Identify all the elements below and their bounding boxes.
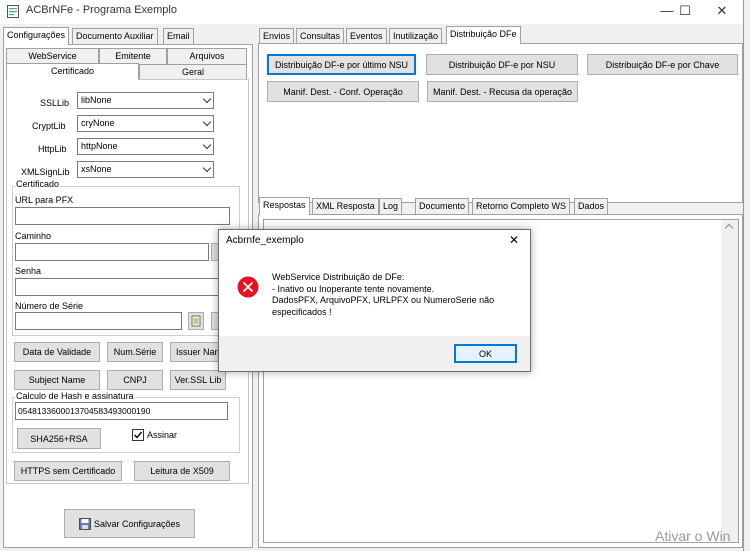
tab-webservice[interactable]: WebService [6,48,99,64]
tab-inutilizacao[interactable]: Inutilização [389,28,443,44]
dialog-footer: OK [219,336,530,371]
tab-configuracoes[interactable]: Configurações [3,27,70,45]
tab-retorno-completo-ws[interactable]: Retorno Completo WS [472,198,571,214]
tab-emitente[interactable]: Emitente [99,48,167,64]
numero-serie-input[interactable] [15,312,182,330]
tab-respostas[interactable]: Respostas [259,197,310,215]
dialog-line-1: WebService Distribuição de DFe: [272,272,405,282]
url-pfx-label: URL para PFX [15,195,74,205]
tab-xml-resposta[interactable]: XML Resposta [312,198,379,214]
manif-recusa-operacao-button[interactable]: Manif. Dest. - Recusa da operação [427,81,578,102]
cryptlib-label: CryptLib [32,121,66,131]
chevron-down-icon [202,117,212,127]
config-panel: WebService Emitente Arquivos Certificado… [3,44,253,548]
dialog-title: Acbrnfe_exemplo [226,235,304,246]
distribuicao-por-nsu-button[interactable]: Distribuição DF-e por NSU [426,54,578,75]
ssllib-label: SSLLib [40,98,70,108]
document-icon [191,315,201,327]
cnpj-button[interactable]: CNPJ [107,370,163,390]
tab-arquivos[interactable]: Arquivos [167,48,247,64]
dialog-line-3: DadosPFX, ArquivoPFX, URLPFX ou NumeroSe… [272,295,495,305]
chevron-down-icon [202,140,212,150]
senha-label: Senha [15,266,42,276]
leitura-x509-button[interactable]: Leitura de X509 [134,461,230,481]
hash-group-title: Calculo de Hash e assinatura [15,391,135,401]
tab-log[interactable]: Log [379,198,403,214]
ssllib-value: libNone [81,95,112,105]
certificado-group-title: Certificado [15,179,61,189]
assinar-checkbox[interactable] [132,429,144,441]
chevron-down-icon [202,163,212,173]
tab-eventos[interactable]: Eventos [346,28,387,44]
dialog-line-2: - Inativo ou Inoperante tente novamente. [272,283,435,294]
close-button[interactable]: ✕ [705,0,739,24]
url-pfx-input[interactable] [15,207,230,225]
assinar-label: Assinar [147,430,178,440]
tab-distribuicao-dfe[interactable]: Distribuição DFe [446,26,521,44]
error-dialog: Acbrnfe_exemplo ✕ WebService Distribuiçã… [218,229,531,372]
data-validade-button[interactable]: Data de Validade [14,342,100,362]
tab-certificado[interactable]: Certificado [6,63,139,80]
ver-ssl-lib-button[interactable]: Ver.SSL Lib [170,370,226,390]
tab-documento-auxiliar[interactable]: Documento Auxiliar [72,28,158,44]
tab-geral[interactable]: Geral [139,64,247,80]
xmlsignlib-label: XMLSignLib [21,167,70,177]
distribuicao-por-chave-button[interactable]: Distribuição DF-e por Chave [587,54,738,75]
httplib-select[interactable]: httpNone [77,138,214,155]
salvar-label: Salvar Configurações [93,518,181,529]
https-sem-certificado-button[interactable]: HTTPS sem Certificado [14,461,122,481]
xmlsignlib-select[interactable]: xsNone [77,161,214,178]
sha256-rsa-button[interactable]: SHA256+RSA [17,428,101,449]
ssllib-select[interactable]: libNone [77,92,214,109]
chevron-up-icon [724,223,734,233]
senha-input[interactable] [15,278,230,296]
tab-email[interactable]: Email [163,28,194,44]
salvar-configuracoes-button[interactable]: Salvar Configurações [64,509,195,538]
tab-documento[interactable]: Documento [415,198,470,214]
select-certificate-icon[interactable] [188,312,204,330]
activation-watermark: Ativar o Win [655,528,731,544]
httplib-value: httpNone [81,141,118,151]
distribuicao-panel: Distribuição DF-e por último NSU Distrib… [258,43,743,203]
numero-serie-label: Número de Série [15,301,84,311]
httplib-label: HttpLib [38,144,67,154]
caminho-input[interactable] [15,243,209,261]
subject-name-button[interactable]: Subject Name [14,370,100,390]
caminho-label: Caminho [15,231,52,241]
maximize-button[interactable]: ☐ [668,0,702,24]
tab-envios[interactable]: Envios [259,28,295,44]
background-window-edge [743,0,750,551]
dialog-close-button[interactable]: ✕ [509,233,519,247]
tab-consultas[interactable]: Consultas [296,28,345,44]
scrollbar[interactable] [721,220,738,542]
dialog-message: WebService Distribuição de DFe: - Inativ… [272,272,494,318]
error-icon [237,276,259,298]
window-title: ACBrNFe - Programa Exemplo [26,4,177,16]
cryptlib-value: cryNone [81,118,115,128]
tab-dados[interactable]: Dados [574,198,609,214]
num-serie-button[interactable]: Num.Série [107,342,163,362]
chevron-down-icon [202,94,212,104]
ok-button[interactable]: OK [454,344,517,363]
checkmark-icon [134,431,143,439]
manif-conf-operacao-button[interactable]: Manif. Dest. - Conf. Operação [267,81,419,102]
dialog-line-4: especificados ! [272,306,332,317]
certificado-panel: SSLLib libNone CryptLib cryNone HttpLib … [6,79,249,484]
hash-input[interactable]: 0548133600013704583493000190 [15,402,228,420]
xmlsignlib-value: xsNone [81,164,112,174]
save-icon [79,517,91,530]
app-icon [7,5,19,18]
title-bar: ACBrNFe - Programa Exemplo — ☐ ✕ [0,0,743,24]
distribuicao-ultimo-nsu-button[interactable]: Distribuição DF-e por último NSU [267,54,416,75]
cryptlib-select[interactable]: cryNone [77,115,214,132]
